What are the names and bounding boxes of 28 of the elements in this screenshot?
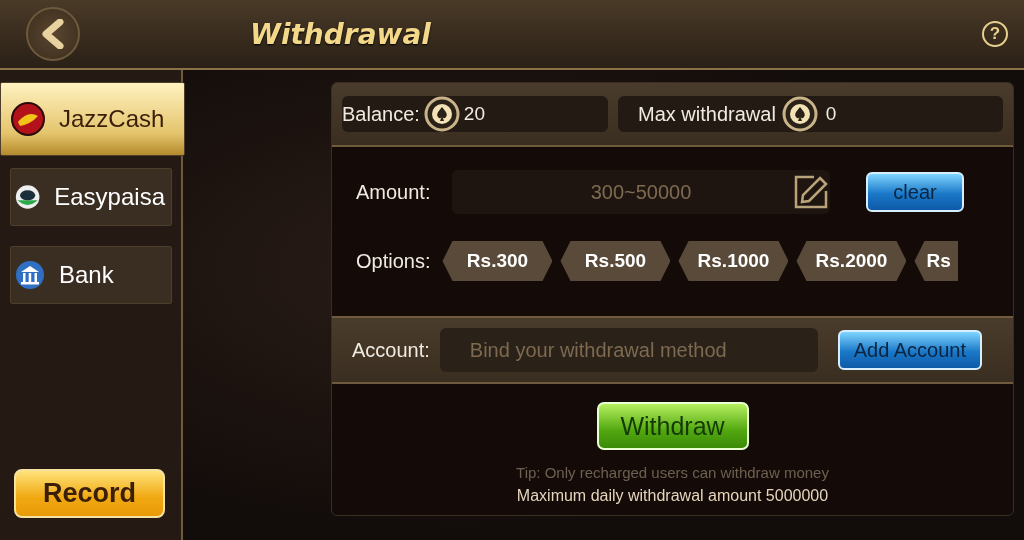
amount-option[interactable]: Rs.500 <box>560 241 671 281</box>
amount-option[interactable]: Rs.300 <box>442 241 553 281</box>
back-button[interactable] <box>26 7 80 61</box>
window-title: Withdrawal <box>250 17 431 51</box>
clear-button[interactable]: clear <box>866 172 964 212</box>
amount-option[interactable]: Rs.1000 <box>678 241 789 281</box>
amount-option[interactable]: Rs <box>914 241 959 281</box>
balance-label: Balance: <box>342 102 420 126</box>
max-withdrawal-label: Max withdrawal <box>638 102 776 126</box>
max-withdrawal-value: 0 <box>825 103 837 125</box>
bank-icon <box>15 260 45 290</box>
withdraw-button[interactable]: Withdraw <box>596 402 749 450</box>
record-button[interactable]: Record <box>14 469 165 518</box>
payment-method-tab[interactable]: Easypaisa <box>10 168 172 226</box>
account-label: Account: <box>352 338 430 362</box>
payment-method-tab[interactable]: Bank <box>10 246 172 304</box>
logo-icon <box>15 182 41 212</box>
amount-field[interactable]: 300~50000 <box>452 170 830 214</box>
help-button[interactable]: ? <box>982 21 1008 47</box>
balance-value: 20 <box>463 103 485 125</box>
daily-limit-text: Maximum daily withdrawal amount 5000000 <box>516 487 829 505</box>
options-label: Options: <box>356 249 431 273</box>
tip-text: Tip: Only recharged users can withdraw money <box>516 464 829 481</box>
amount-option[interactable]: Rs.2000 <box>796 241 907 281</box>
payment-method-tab[interactable]: JazzCash <box>0 82 185 156</box>
logo-icon <box>11 102 45 136</box>
amount-label: Amount: <box>356 180 432 204</box>
account-field[interactable]: Bind your withdrawal method <box>439 328 818 372</box>
